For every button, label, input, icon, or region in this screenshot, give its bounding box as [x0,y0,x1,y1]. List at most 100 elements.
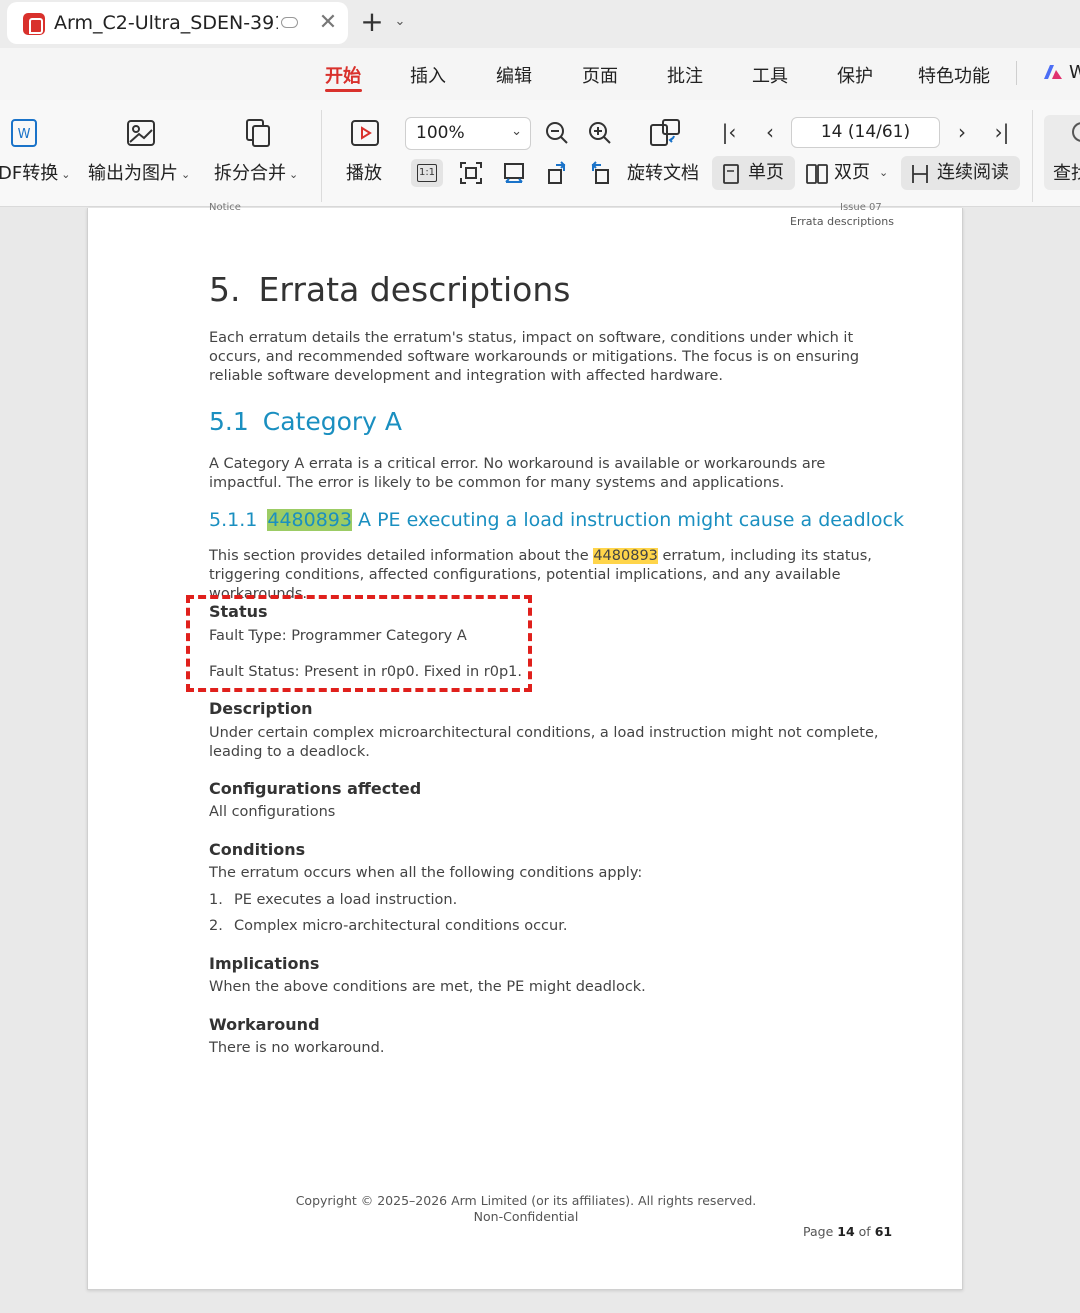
rotate-left-icon[interactable] [546,161,570,185]
play-label: 播放 [346,163,382,184]
double-page-button[interactable]: 双页 ⌄ [800,156,896,190]
pdf-convert-label: DF转换 [0,163,59,184]
double-page-label: 双页 [834,162,870,183]
intro-paragraph: Each erratum details the erratum's statu… [209,330,860,384]
document-page: Notice Issue 07 Errata descriptions 5. Er… [87,202,963,1290]
section-number: 5. [209,270,241,309]
conditions-text: The erratum occurs when all the followin… [209,865,643,881]
menu-item-protect[interactable]: 保护 [837,62,873,88]
export-image-button[interactable]: 输出为图片 ⌄ [82,100,198,207]
menu-divider [1016,61,1017,85]
chevron-down-icon: ⌄ [181,167,191,181]
page-label: Page [803,1224,834,1239]
list-item: Complex micro-architectural conditions o… [234,918,568,934]
document-tab[interactable]: Arm_C2-Ultra_SDEN-391 ✕ [7,2,348,44]
double-page-icon [806,164,828,184]
rotate-document-label[interactable]: 旋转文档 [627,159,699,185]
fit-width-icon[interactable] [502,161,526,185]
chevron-down-icon: ⌄ [61,167,71,181]
tab-title: Arm_C2-Ultra_SDEN-391 [54,12,278,34]
annotation-highlight-box [186,595,532,692]
rotate-right-icon[interactable] [587,161,611,185]
cloud-icon [281,17,298,28]
page-of: of [858,1224,871,1239]
continuous-reading-label: 连续阅读 [937,162,1009,183]
subsection-number: 5.1 [209,407,249,436]
previous-page-icon[interactable]: ‹ [758,120,782,144]
description-heading: Description [209,699,313,718]
split-merge-label: 拆分合并 [214,163,286,184]
subsection-title: Category A [262,407,403,436]
continuous-reading-button[interactable]: 连续阅读 [901,156,1020,190]
split-merge-button[interactable]: 拆分合并 ⌄ [206,100,306,207]
play-icon [351,120,379,146]
menu-item-annotate[interactable]: 批注 [667,62,703,88]
section-title: Errata descriptions [258,270,571,309]
category-paragraph: A Category A errata is a critical error.… [209,456,826,491]
menu-item-edit[interactable]: 编辑 [496,62,532,88]
play-button[interactable]: 播放 [336,100,396,207]
menu-item-insert[interactable]: 插入 [410,62,446,88]
zoom-value: 100% [416,123,465,143]
workaround-text: There is no workaround. [209,1040,385,1056]
rotate-document-icon[interactable] [648,116,682,150]
page-current: 14 [837,1224,855,1239]
menu-item-start[interactable]: 开始 [325,62,361,88]
erratum-number: 5.1.1 [209,509,258,531]
workaround-heading: Workaround [209,1015,320,1034]
export-image-label: 输出为图片 [88,163,178,184]
confidentiality-footer: Non-Confidential [473,1209,579,1224]
page-header-right: Errata descriptions [790,215,894,228]
description-text: Under certain complex microarchitectural… [209,725,879,760]
erratum-title: A PE executing a load instruction might … [358,509,904,531]
single-page-icon [723,164,739,184]
chevron-down-icon: ⌄ [511,124,522,139]
pdf-convert-button[interactable]: W DF转换 ⌄ [0,100,76,207]
chevron-down-icon: ⌄ [289,167,299,181]
zoom-select[interactable]: 100% ⌄ [405,117,531,150]
list-item-number: 2. [209,918,223,934]
configurations-text: All configurations [209,804,336,820]
chevron-down-icon[interactable]: ⌄ [392,12,408,32]
last-page-icon[interactable]: ›| [990,120,1014,144]
single-page-button[interactable]: 单页 [712,156,795,190]
first-page-icon[interactable]: |‹ [717,120,741,144]
page-header-left: Notice [209,202,241,213]
close-icon[interactable]: ✕ [317,11,339,35]
next-page-icon[interactable]: › [950,120,974,144]
pdf-app-icon [23,13,45,35]
configurations-heading: Configurations affected [209,779,422,798]
erratum-intro-text-start: This section provides detailed informati… [209,548,594,564]
list-item-number: 1. [209,892,223,908]
svg-text:W: W [18,127,31,142]
actual-size-label: 1:1 [417,164,437,182]
tab-strip: Arm_C2-Ultra_SDEN-391 ✕ + ⌄ [0,0,1080,48]
find-button[interactable]: 查找 [1044,115,1080,190]
new-tab-icon[interactable]: + [359,7,385,37]
menu-item-features[interactable]: 特色功能 [918,62,990,88]
actual-size-button[interactable]: 1:1 [411,159,443,187]
page-total: 61 [874,1224,893,1239]
brand-icon[interactable] [1043,64,1063,80]
active-menu-indicator [325,89,362,92]
image-export-icon [127,120,155,146]
list-item: PE executes a load instruction. [234,892,458,908]
toolbar-divider [321,110,322,202]
erratum-id-highlight-inline: 4480893 [593,548,658,564]
page-number-input[interactable]: 14 (14/61) [791,117,940,148]
fit-page-icon[interactable] [459,161,483,185]
copyright-footer: Copyright © 2025–2026 Arm Limited (or it… [295,1193,757,1208]
section-heading: 5. Errata descriptions [209,270,570,309]
brand-label[interactable]: W [1069,62,1080,83]
search-icon [1072,122,1080,142]
split-merge-icon [246,119,270,147]
chevron-down-icon: ⌄ [879,166,889,179]
erratum-id-highlight: 4480893 [267,509,352,531]
menu-item-page[interactable]: 页面 [582,62,618,88]
zoom-in-icon[interactable] [588,121,612,145]
implications-heading: Implications [209,954,320,973]
implications-text: When the above conditions are met, the P… [209,979,646,995]
erratum-heading: 5.1.1 4480893 A PE executing a load instr… [209,509,904,531]
menu-item-tools[interactable]: 工具 [752,62,788,88]
zoom-out-icon[interactable] [545,121,569,145]
